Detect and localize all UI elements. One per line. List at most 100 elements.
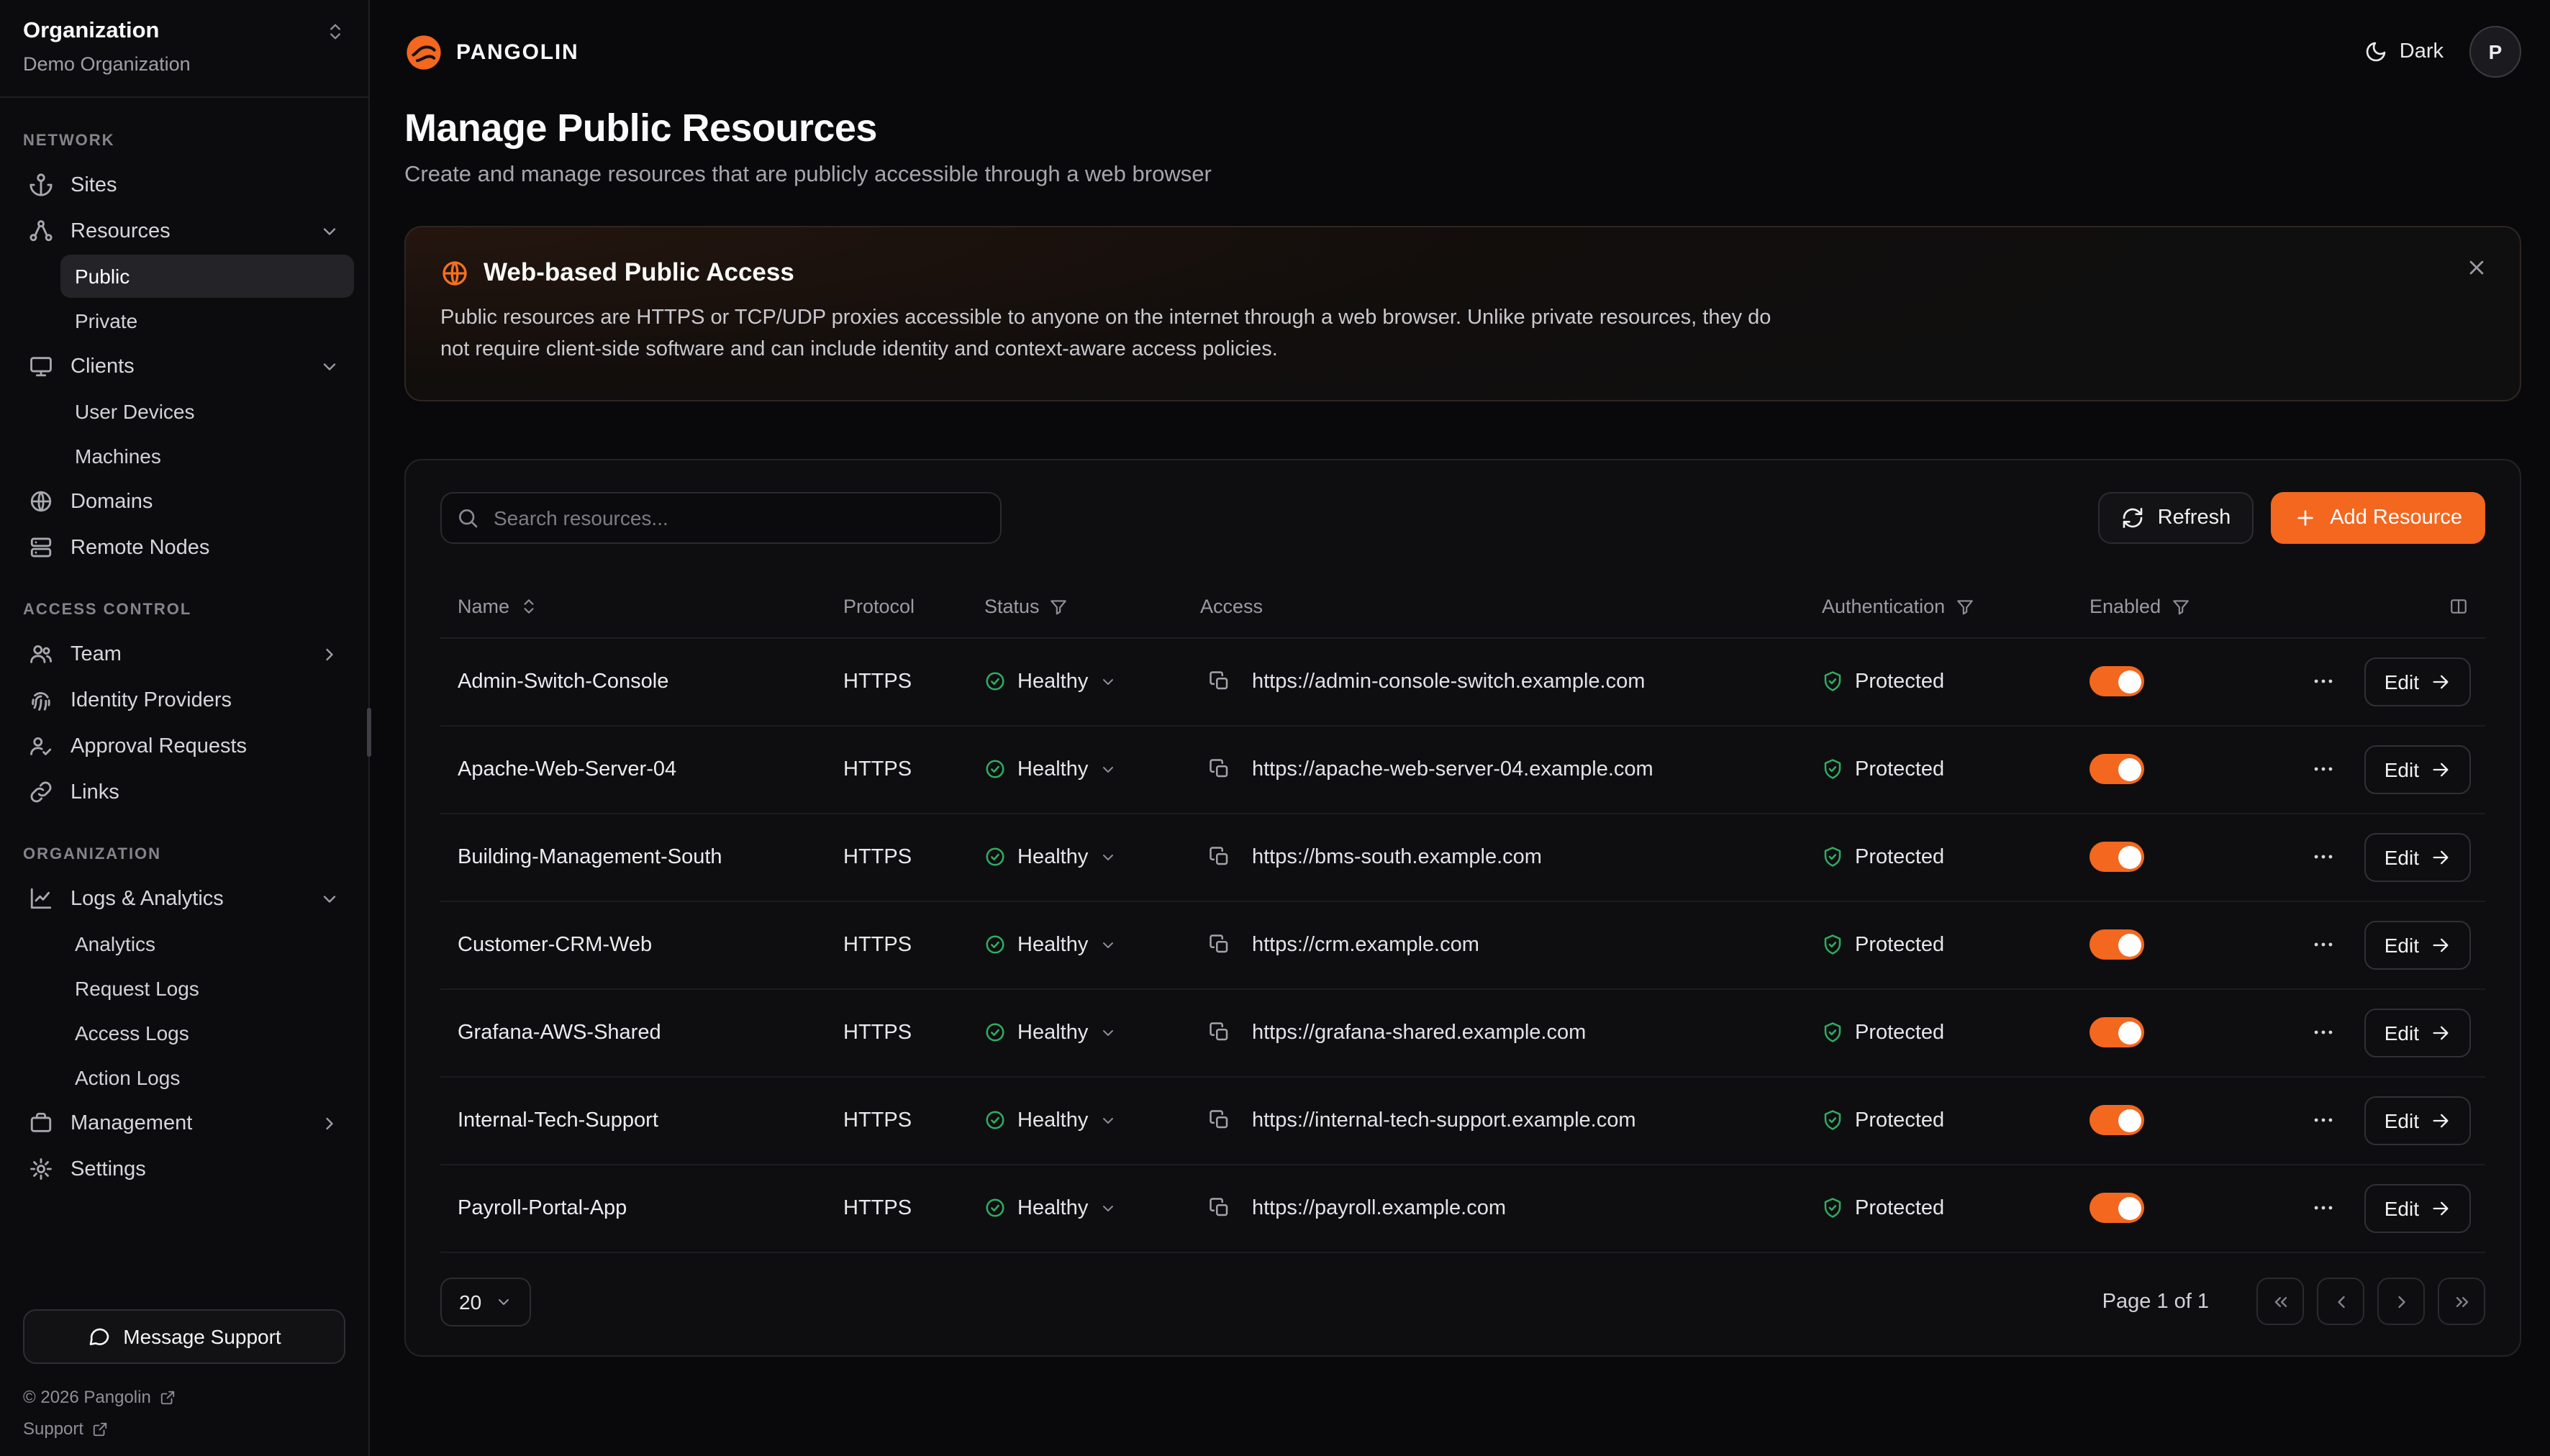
last-page-button[interactable]	[2438, 1278, 2485, 1326]
sidebar-item-logs-analytics[interactable]: Logs & Analytics	[14, 876, 354, 921]
sidebar-item-label: Resources	[71, 219, 171, 242]
copy-url-button[interactable]	[1200, 751, 1238, 788]
resource-url[interactable]: https://crm.example.com	[1252, 934, 1479, 957]
row-menu-button[interactable]	[2301, 747, 2347, 793]
copy-url-button[interactable]	[1200, 927, 1238, 964]
edit-button[interactable]: Edit	[2364, 658, 2471, 706]
edit-button[interactable]: Edit	[2364, 921, 2471, 970]
sidebar-item-request-logs[interactable]: Request Logs	[60, 967, 354, 1010]
sidebar-item-approval-requests[interactable]: Approval Requests	[14, 724, 354, 768]
enabled-toggle[interactable]	[2090, 842, 2144, 873]
status-dropdown[interactable]: Healthy	[984, 758, 1117, 781]
sidebar-item-label: Management	[71, 1111, 192, 1134]
edit-button[interactable]: Edit	[2364, 745, 2471, 794]
status-dropdown[interactable]: Healthy	[984, 934, 1117, 957]
next-page-button[interactable]	[2377, 1278, 2425, 1326]
external-link-icon	[92, 1421, 108, 1437]
edit-button[interactable]: Edit	[2364, 1184, 2471, 1233]
edit-button[interactable]: Edit	[2364, 1009, 2471, 1057]
copy-url-button[interactable]	[1200, 1190, 1238, 1227]
copyright-link[interactable]: © 2026 Pangolin	[23, 1387, 345, 1407]
page-size-select[interactable]: 20	[440, 1278, 530, 1327]
sidebar-item-public[interactable]: Public	[60, 255, 354, 298]
sort-by-name-button[interactable]: Name	[458, 596, 538, 617]
copy-url-button[interactable]	[1200, 1102, 1238, 1139]
sidebar-item-machines[interactable]: Machines	[60, 434, 354, 478]
ellipsis-icon	[2312, 1196, 2336, 1221]
sidebar-item-remote-nodes[interactable]: Remote Nodes	[14, 525, 354, 570]
column-settings-button[interactable]	[2449, 597, 2468, 616]
enabled-toggle[interactable]	[2090, 930, 2144, 960]
filter-authentication-button[interactable]: Authentication	[1822, 596, 1974, 617]
pangolin-logo	[404, 32, 443, 71]
theme-toggle-button[interactable]: Dark	[2365, 40, 2444, 63]
copy-url-button[interactable]	[1200, 839, 1238, 876]
sidebar-item-sites[interactable]: Sites	[14, 163, 354, 207]
status-dropdown[interactable]: Healthy	[984, 1022, 1117, 1045]
enabled-toggle[interactable]	[2090, 1106, 2144, 1136]
info-banner: Web-based Public Access Public resources…	[404, 226, 2521, 401]
chevron-right-icon	[319, 644, 340, 664]
previous-page-button[interactable]	[2317, 1278, 2364, 1326]
sidebar-item-settings[interactable]: Settings	[14, 1147, 354, 1191]
edit-label: Edit	[2385, 1197, 2419, 1220]
sidebar-item-action-logs[interactable]: Action Logs	[60, 1056, 354, 1099]
message-support-button[interactable]: Message Support	[23, 1309, 345, 1364]
sidebar-item-domains[interactable]: Domains	[14, 479, 354, 524]
status-dropdown[interactable]: Healthy	[984, 670, 1117, 693]
sidebar-item-management[interactable]: Management	[14, 1101, 354, 1145]
first-page-button[interactable]	[2256, 1278, 2304, 1326]
status-dropdown[interactable]: Healthy	[984, 1109, 1117, 1132]
chevron-down-icon	[319, 221, 340, 241]
sidebar-item-access-logs[interactable]: Access Logs	[60, 1011, 354, 1055]
enabled-toggle[interactable]	[2090, 1018, 2144, 1048]
resource-protocol: HTTPS	[826, 1109, 967, 1132]
edit-label: Edit	[2385, 1109, 2419, 1132]
edit-button[interactable]: Edit	[2364, 833, 2471, 882]
row-menu-button[interactable]	[2301, 922, 2347, 968]
resource-url[interactable]: https://admin-console-switch.example.com	[1252, 670, 1645, 693]
resource-url[interactable]: https://payroll.example.com	[1252, 1197, 1506, 1220]
filter-enabled-button[interactable]: Enabled	[2090, 596, 2190, 617]
chevron-down-icon	[319, 888, 340, 909]
enabled-toggle[interactable]	[2090, 755, 2144, 785]
status-dropdown[interactable]: Healthy	[984, 1197, 1117, 1220]
sidebar-item-analytics[interactable]: Analytics	[60, 922, 354, 965]
filter-status-button[interactable]: Status	[984, 596, 1068, 617]
user-avatar[interactable]: P	[2469, 26, 2521, 78]
copy-url-button[interactable]	[1200, 663, 1238, 701]
refresh-button[interactable]: Refresh	[2099, 492, 2254, 544]
enabled-toggle[interactable]	[2090, 667, 2144, 697]
support-link[interactable]: Support	[23, 1419, 345, 1439]
row-menu-button[interactable]	[2301, 1098, 2347, 1144]
sidebar-item-label: Private	[75, 309, 137, 332]
sidebar-item-identity-providers[interactable]: Identity Providers	[14, 678, 354, 722]
resources-card: Refresh Add Resource Name Protocol	[404, 459, 2521, 1357]
row-menu-button[interactable]	[2301, 1186, 2347, 1232]
sidebar-item-user-devices[interactable]: User Devices	[60, 390, 354, 433]
topbar: PANGOLIN Dark P	[404, 0, 2521, 104]
search-input[interactable]	[440, 492, 1002, 544]
add-resource-button[interactable]: Add Resource	[2271, 492, 2485, 544]
sidebar-item-team[interactable]: Team	[14, 632, 354, 676]
copy-url-button[interactable]	[1200, 1014, 1238, 1052]
column-authentication: Authentication	[1822, 596, 1945, 617]
edit-button[interactable]: Edit	[2364, 1096, 2471, 1145]
resource-url[interactable]: https://internal-tech-support.example.co…	[1252, 1109, 1636, 1132]
sidebar-item-links[interactable]: Links	[14, 770, 354, 814]
copy-icon	[1208, 759, 1230, 781]
resource-url[interactable]: https://bms-south.example.com	[1252, 846, 1542, 869]
sidebar-resize-handle[interactable]	[367, 708, 371, 757]
sidebar-item-clients[interactable]: Clients	[14, 344, 354, 388]
banner-close-button[interactable]	[2459, 250, 2494, 285]
row-menu-button[interactable]	[2301, 659, 2347, 705]
enabled-toggle[interactable]	[2090, 1193, 2144, 1224]
row-menu-button[interactable]	[2301, 834, 2347, 881]
org-switcher[interactable]: Organization Demo Organization	[0, 0, 368, 98]
row-menu-button[interactable]	[2301, 1010, 2347, 1056]
sidebar-item-resources[interactable]: Resources	[14, 209, 354, 253]
sidebar-item-private[interactable]: Private	[60, 299, 354, 342]
resource-url[interactable]: https://apache-web-server-04.example.com	[1252, 758, 1653, 781]
resource-url[interactable]: https://grafana-shared.example.com	[1252, 1022, 1586, 1045]
status-dropdown[interactable]: Healthy	[984, 846, 1117, 869]
